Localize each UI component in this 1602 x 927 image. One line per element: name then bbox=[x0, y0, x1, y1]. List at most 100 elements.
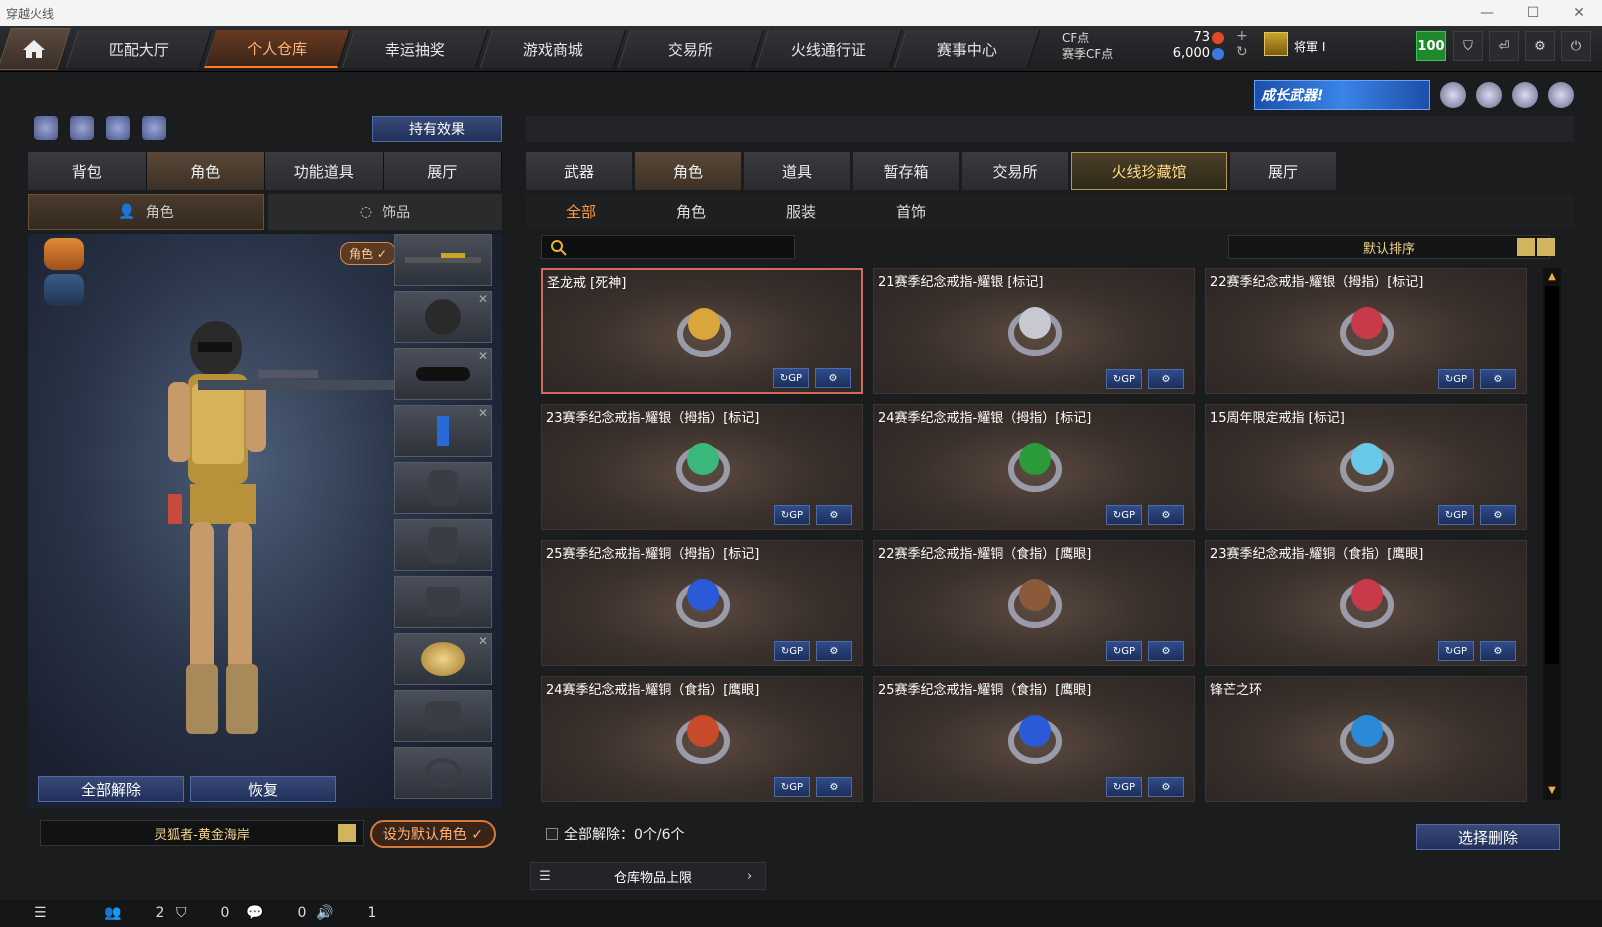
subtab-role[interactable]: 角色 bbox=[636, 194, 746, 228]
convert-gp-button[interactable]: ↻ GP bbox=[774, 777, 810, 797]
stats-icon[interactable] bbox=[34, 116, 58, 140]
nav-tab-match-lobby[interactable]: 匹配大厅 bbox=[65, 30, 213, 68]
remove-icon[interactable]: ✕ bbox=[478, 406, 488, 420]
convert-gp-button[interactable]: ↻ GP bbox=[1106, 505, 1142, 525]
remove-icon[interactable]: ✕ bbox=[478, 292, 488, 306]
friends-indicator[interactable]: 👥 2 bbox=[104, 905, 164, 921]
character-badge[interactable]: 角色 ✓ bbox=[340, 242, 396, 265]
tab-weapons[interactable]: 武器 bbox=[526, 152, 632, 190]
settings-button[interactable]: ⚙ bbox=[1480, 641, 1516, 661]
convert-gp-button[interactable]: ↻ GP bbox=[773, 368, 809, 388]
unequip-checkbox[interactable] bbox=[546, 828, 558, 840]
event-icon-4[interactable] bbox=[1548, 82, 1574, 108]
item-card[interactable]: 22赛季纪念戒指-耀铜（食指）[鹰眼] ↻ GP ⚙ bbox=[873, 540, 1195, 666]
nav-tab-warehouse[interactable]: 个人仓库 bbox=[203, 30, 351, 68]
settings-button[interactable]: ⚙ bbox=[815, 368, 851, 388]
slot-ring[interactable]: ✕ bbox=[394, 633, 492, 685]
menu-icon[interactable]: ☰ bbox=[34, 905, 47, 921]
settings-button[interactable]: ⚙ bbox=[1480, 369, 1516, 389]
search-input[interactable] bbox=[572, 236, 792, 258]
growth-weapon-banner[interactable]: 成长武器! bbox=[1254, 80, 1430, 110]
slot-vest[interactable] bbox=[394, 519, 492, 571]
event-icon-1[interactable] bbox=[1440, 82, 1466, 108]
home-button[interactable] bbox=[0, 28, 71, 70]
unequip-all-button[interactable]: 全部解除 bbox=[38, 776, 184, 802]
set-default-button[interactable]: 设为默认角色 ✓ bbox=[370, 820, 496, 848]
sort-dropdown[interactable]: 默认排序 bbox=[1228, 235, 1550, 259]
convert-gp-button[interactable]: ↻ GP bbox=[1438, 505, 1474, 525]
item-card[interactable]: 25赛季纪念戒指-耀铜（食指）[鹰眼] ↻ GP ⚙ bbox=[873, 676, 1195, 802]
settings-button[interactable]: ⚙ bbox=[1148, 369, 1184, 389]
convert-gp-button[interactable]: ↻ GP bbox=[1106, 369, 1142, 389]
minimize-button[interactable]: — bbox=[1464, 0, 1510, 26]
convert-gp-button[interactable]: ↻ GP bbox=[1438, 369, 1474, 389]
nav-tab-lottery[interactable]: 幸运抽奖 bbox=[341, 30, 489, 68]
subtab-clothing[interactable]: 服装 bbox=[746, 194, 856, 228]
remove-icon[interactable]: ✕ bbox=[478, 634, 488, 648]
sort-order-icon[interactable] bbox=[1537, 238, 1555, 256]
nav-tab-events[interactable]: 赛事中心 bbox=[893, 30, 1041, 68]
scroll-thumb[interactable] bbox=[1545, 286, 1559, 664]
tab-backpack[interactable]: 背包 bbox=[28, 152, 147, 190]
scroll-up-icon[interactable]: ▲ bbox=[1545, 270, 1559, 284]
item-card[interactable]: 24赛季纪念戒指-耀铜（食指）[鹰眼] ↻ GP ⚙ bbox=[541, 676, 863, 802]
item-card[interactable]: 圣龙戒 [死神] ↻ GP ⚙ bbox=[541, 268, 863, 394]
settings-button[interactable]: ⚙ bbox=[1480, 505, 1516, 525]
rotate-icon[interactable] bbox=[70, 116, 94, 140]
level-badge[interactable]: 100 bbox=[1416, 31, 1446, 61]
refresh-icon[interactable]: ↻ bbox=[1236, 44, 1248, 60]
subtab-all[interactable]: 全部 bbox=[526, 194, 636, 228]
storage-limit-bar[interactable]: ☰ 仓库物品上限 › bbox=[530, 862, 766, 890]
hold-effect-button[interactable]: 持有效果 bbox=[372, 116, 502, 142]
convert-gp-button[interactable]: ↻ GP bbox=[1438, 641, 1474, 661]
shield-icon[interactable]: ⛉ bbox=[1453, 31, 1483, 61]
slot-eyes[interactable]: ✕ bbox=[394, 348, 492, 400]
slot-pants[interactable] bbox=[394, 576, 492, 628]
subtab-accessory[interactable]: ◌ 饰品 bbox=[268, 194, 502, 230]
nav-tab-pass[interactable]: 火线通行证 bbox=[755, 30, 903, 68]
settings-button[interactable]: ⚙ bbox=[1148, 777, 1184, 797]
tab-roles[interactable]: 角色 bbox=[635, 152, 741, 190]
scroll-down-icon[interactable]: ▼ bbox=[1545, 784, 1559, 798]
nav-tab-exchange[interactable]: 交易所 bbox=[617, 30, 765, 68]
nav-tab-shop[interactable]: 游戏商城 bbox=[479, 30, 627, 68]
event-icon-2[interactable] bbox=[1476, 82, 1502, 108]
tab-storage-box[interactable]: 暂存箱 bbox=[853, 152, 959, 190]
power-icon[interactable]: ⏻ bbox=[1561, 31, 1591, 61]
slot-head[interactable]: ✕ bbox=[394, 291, 492, 343]
slot-radio[interactable]: ✕ bbox=[394, 405, 492, 457]
settings-button[interactable]: ⚙ bbox=[816, 777, 852, 797]
settings-button[interactable]: ⚙ bbox=[816, 505, 852, 525]
clan-indicator[interactable]: ⛉ 0 bbox=[176, 905, 229, 921]
convert-gp-button[interactable]: ↻ GP bbox=[1106, 641, 1142, 661]
list-icon[interactable] bbox=[338, 824, 356, 842]
tab-collection[interactable]: 火线珍藏馆 bbox=[1071, 152, 1227, 190]
settings-button[interactable]: ⚙ bbox=[1148, 505, 1184, 525]
volume-indicator[interactable]: 🔊 1 bbox=[316, 905, 376, 921]
convert-gp-button[interactable]: ↻ GP bbox=[1106, 777, 1142, 797]
slot-weapon[interactable] bbox=[394, 234, 492, 286]
settings-button[interactable]: ⚙ bbox=[816, 641, 852, 661]
restore-button[interactable]: 恢复 bbox=[190, 776, 336, 802]
convert-gp-button[interactable]: ↻ GP bbox=[774, 505, 810, 525]
mask-emblem-icon[interactable] bbox=[44, 274, 84, 306]
item-card[interactable]: 21赛季纪念戒指-耀银 [标记] ↻ GP ⚙ bbox=[873, 268, 1195, 394]
slot-back[interactable] bbox=[394, 462, 492, 514]
tab-character[interactable]: 角色 bbox=[146, 152, 265, 190]
event-icon-3[interactable] bbox=[1512, 82, 1538, 108]
glove-icon[interactable] bbox=[142, 116, 166, 140]
close-button[interactable]: ✕ bbox=[1556, 0, 1602, 26]
tab-items[interactable]: 道具 bbox=[744, 152, 850, 190]
scrollbar[interactable]: ▲ ▼ bbox=[1543, 268, 1561, 800]
tab-exchange[interactable]: 交易所 bbox=[962, 152, 1068, 190]
pose-icon[interactable] bbox=[106, 116, 130, 140]
list-view-icon[interactable] bbox=[1517, 238, 1535, 256]
chat-indicator[interactable]: 💬 0 bbox=[246, 905, 306, 921]
subtab-character[interactable]: 👤 角色 bbox=[28, 194, 264, 230]
add-cf-icon[interactable]: + bbox=[1236, 28, 1248, 44]
item-card[interactable]: 24赛季纪念戒指-耀银（拇指）[标记] ↻ GP ⚙ bbox=[873, 404, 1195, 530]
convert-gp-button[interactable]: ↻ GP bbox=[774, 641, 810, 661]
slot-glove[interactable] bbox=[394, 690, 492, 742]
character-preview[interactable]: 角色 ✓ ✕ ✕ ✕ ✕ 全部解除 恢复 bbox=[28, 234, 502, 808]
settings-button[interactable]: ⚙ bbox=[1148, 641, 1184, 661]
